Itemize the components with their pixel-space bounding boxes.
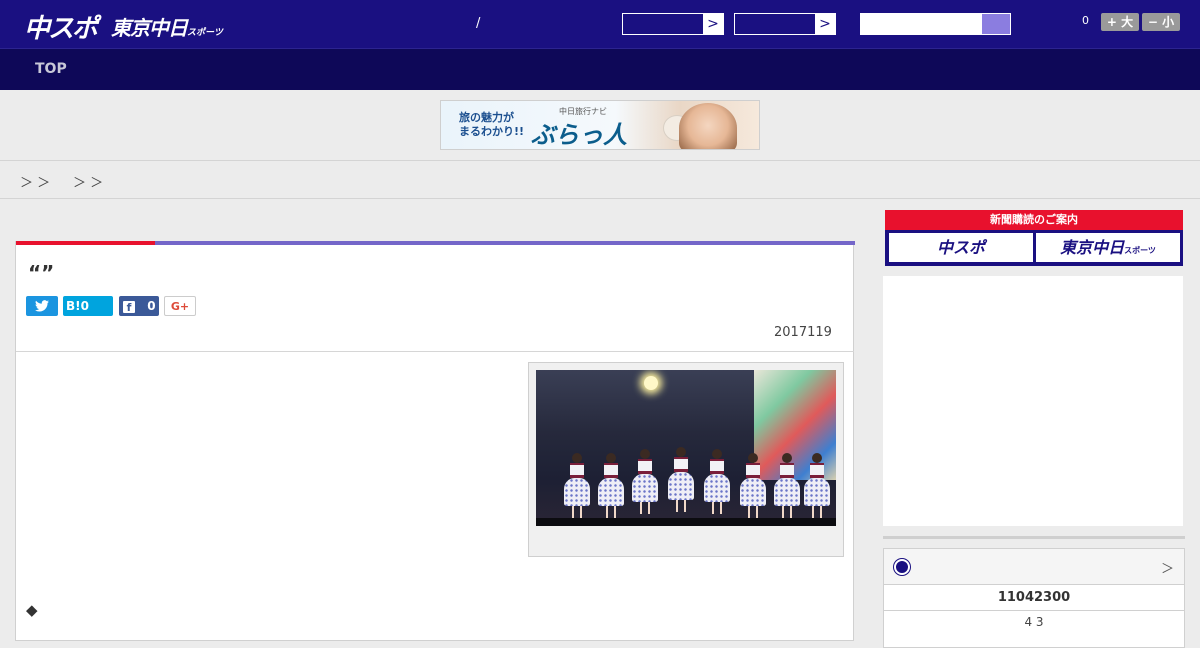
article-bullet: ◆ [26,601,38,619]
article-accent-red [16,241,155,245]
subscribe-tokyo-text: 東京中日 [1060,238,1125,257]
facebook-icon: f [123,301,135,314]
facebook-count: 0 [147,299,156,313]
subscribe-tokyo-small: スポーツ [1124,246,1156,255]
banner-area: 旅の魅力が まるわかり!! 中日旅行ナビ ぶらっ人 [0,90,1200,160]
hatena-count: 0 [80,299,89,313]
nav-item-top[interactable]: TOP [35,61,67,77]
banner-line2: まるわかり!! [459,125,525,138]
photo-performer [564,453,590,518]
score-row: 11042300 [884,585,1184,611]
tokyo-logo-text: 東京中日 [111,16,188,40]
header-slash: / [476,16,481,31]
article-photo-frame [528,362,844,557]
font-size-count: 0 [1082,14,1089,27]
score-more-link[interactable]: ＞ [1161,558,1174,577]
photo-performer [668,447,694,512]
sidebar-divider [883,536,1185,539]
twitter-share-button[interactable] [26,296,58,316]
article-accent-purple [155,241,855,245]
search-input[interactable] [860,13,1011,35]
article-headline: “” [28,261,55,285]
score-widget: ＞ 11042300 4 3 [883,548,1185,648]
breadcrumb-sep-1: ＞ ＞ [20,176,51,191]
banner-text: 旅の魅力が まるわかり!! [459,111,524,139]
chuspo-logo[interactable]: 中スポ [24,8,98,45]
font-larger-button[interactable]: + 大 [1101,13,1139,31]
subscribe-chuspo-button[interactable]: 中スポ [889,233,1033,262]
chevron-right-icon: > [815,14,835,34]
chevron-right-icon: > [703,14,723,34]
photo-performer [632,449,658,514]
category-select-2[interactable]: > [734,13,836,35]
photo-performer [740,453,766,518]
banner-line1: 旅の魅力が [459,111,514,124]
breadcrumb: ＞ ＞ ＞ ＞ [0,160,1200,199]
subscription-title: 新聞購読のご案内 [885,210,1183,230]
photo-performer [804,453,830,518]
sidebar-ad [883,276,1183,526]
banner-model-image [679,103,737,149]
article-divider [16,351,854,352]
score-header: ＞ [884,549,1184,585]
search-button[interactable] [982,14,1010,34]
article-date: 2017119 [774,325,832,340]
photo-performer [598,453,624,518]
travel-ad-banner[interactable]: 旅の魅力が まるわかり!! 中日旅行ナビ ぶらっ人 [440,100,760,150]
photo-stage-light [644,376,658,390]
baseball-icon [894,559,910,575]
article: “” B!0 f 0 G+ 2017119 ◆ [15,241,855,641]
category-select-1[interactable]: > [622,13,724,35]
score-row-detail: 4 3 [1024,615,1044,629]
photo-performer [774,453,800,518]
main-nav: TOP [0,48,1200,90]
subscription-box: 新聞購読のご案内 中スポ 東京中日スポーツ [885,210,1183,266]
breadcrumb-sep-2: ＞ ＞ [73,176,104,191]
facebook-share-button[interactable]: f 0 [119,296,159,316]
banner-brand-big: ぶらっ人 [531,121,627,149]
photo-performer [704,449,730,514]
gplus-share-button[interactable]: G+ [164,296,196,316]
photo-stage-floor [536,518,836,526]
hatena-icon: B! [66,299,81,313]
tokyo-logo-sub: スポーツ [187,28,223,38]
hatena-bookmark-button[interactable]: B!0 [63,296,113,316]
font-smaller-button[interactable]: − 小 [1142,13,1180,31]
article-photo[interactable] [536,370,836,526]
twitter-icon [35,300,49,312]
subscribe-tokyo-button[interactable]: 東京中日スポーツ [1036,233,1180,262]
tokyo-chunichi-logo[interactable]: 東京中日スポーツ [111,12,223,41]
header-bar: 中スポ 東京中日スポーツ / > > 0 + 大 − 小 [0,0,1200,48]
